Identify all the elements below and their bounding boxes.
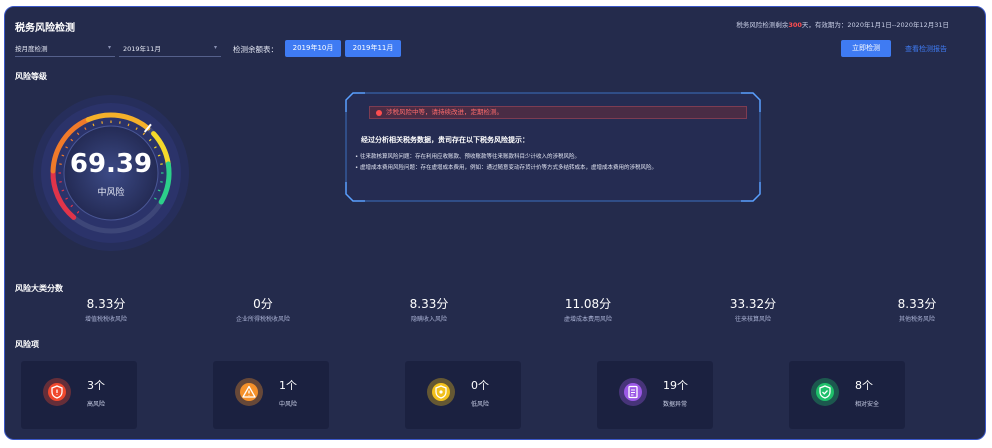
- risk-card-low[interactable]: 0个 低风险: [405, 361, 521, 429]
- shield-check-icon: [816, 383, 834, 401]
- category-score-title: 风险大类分数: [15, 284, 63, 293]
- gauge-tick: [92, 123, 95, 127]
- risk-card-count: 0个: [471, 379, 489, 392]
- risk-card-count: 19个: [663, 379, 688, 392]
- risk-card-count: 3个: [87, 379, 105, 392]
- document-icon: [624, 383, 642, 401]
- period-type-select[interactable]: 按月度检测 ▾: [15, 43, 115, 57]
- risk-card-high[interactable]: 3个 高风险: [21, 361, 137, 429]
- risk-card-label: 相对安全: [855, 401, 880, 408]
- alert-dot-icon: [376, 110, 382, 116]
- chevron-down-icon: ▾: [107, 44, 111, 51]
- category-score-hidden-income: 8.33分 隐瞒收入风险: [409, 297, 449, 323]
- remaining-days: 300: [788, 21, 802, 29]
- category-score-inflated-cost: 11.08分 虚增成本费用风险: [563, 297, 612, 323]
- category-score-other: 8.33分 其他税务风险: [897, 297, 937, 323]
- risk-tip-item: • 往来款核算风险问题：存在利用应收账款、预收账款等往来账款科目少计收入的涉税风…: [355, 154, 581, 160]
- risk-card-label: 中风险: [279, 401, 298, 408]
- risk-card-data-anomaly[interactable]: 19个 数据异常: [597, 361, 713, 429]
- view-report-link[interactable]: 查看检测报告: [905, 44, 947, 54]
- category-score-vat: 8.33分 增值税税收风险: [84, 297, 127, 323]
- risk-card-count: 1个: [279, 379, 297, 392]
- check-now-button[interactable]: 立即检测: [841, 40, 891, 57]
- risk-level-title: 风险等级: [15, 72, 47, 81]
- month-button-oct[interactable]: 2019年10月: [285, 40, 341, 57]
- risk-score: 69.39: [69, 149, 153, 179]
- risk-items-title: 风险项: [15, 340, 39, 349]
- risk-warning-bar: 涉税风险中等，请持续改进，定期检测。: [369, 106, 747, 119]
- chevron-down-icon: ▾: [213, 44, 217, 51]
- warning-triangle-icon: [240, 383, 258, 401]
- shield-icon: [432, 383, 450, 401]
- risk-card-count: 8个: [855, 379, 873, 392]
- risk-card-label: 数据异常: [663, 401, 688, 408]
- risk-card-label: 低风险: [471, 401, 490, 408]
- tax-risk-dashboard: 税务风险检测 税务风险检测剩余300天，有效期为：2020年1月1日--2020…: [4, 6, 986, 440]
- month-button-nov[interactable]: 2019年11月: [345, 40, 401, 57]
- category-score-accounts: 33.32分 往来核算风险: [729, 297, 777, 323]
- page-title: 税务风险检测: [15, 23, 75, 34]
- risk-card-label: 高风险: [87, 401, 106, 408]
- shield-alert-icon: [48, 383, 66, 401]
- category-score-cit: 0分 企业所得税税收风险: [235, 297, 290, 323]
- risk-tip-item: • 虚增成本费用风险问题：存在虚增成本费用，例如：通过随意变动存货计价等方式多结…: [355, 165, 658, 171]
- risk-level-label: 中风险: [97, 188, 125, 198]
- risk-card-medium[interactable]: 1个 中风险: [213, 361, 329, 429]
- risk-card-safe[interactable]: 8个 相对安全: [789, 361, 905, 429]
- risk-tips-heading: 经过分析相关税务数据，贵司存在以下税务风险提示：: [361, 136, 529, 144]
- gauge-tick: [127, 123, 130, 127]
- remaining-label: 检测余额表：: [233, 45, 278, 54]
- validity-note: 税务风险检测剩余300天，有效期为：2020年1月1日--2020年12月31日: [736, 21, 949, 29]
- month-select[interactable]: 2019年11月 ▾: [119, 43, 221, 57]
